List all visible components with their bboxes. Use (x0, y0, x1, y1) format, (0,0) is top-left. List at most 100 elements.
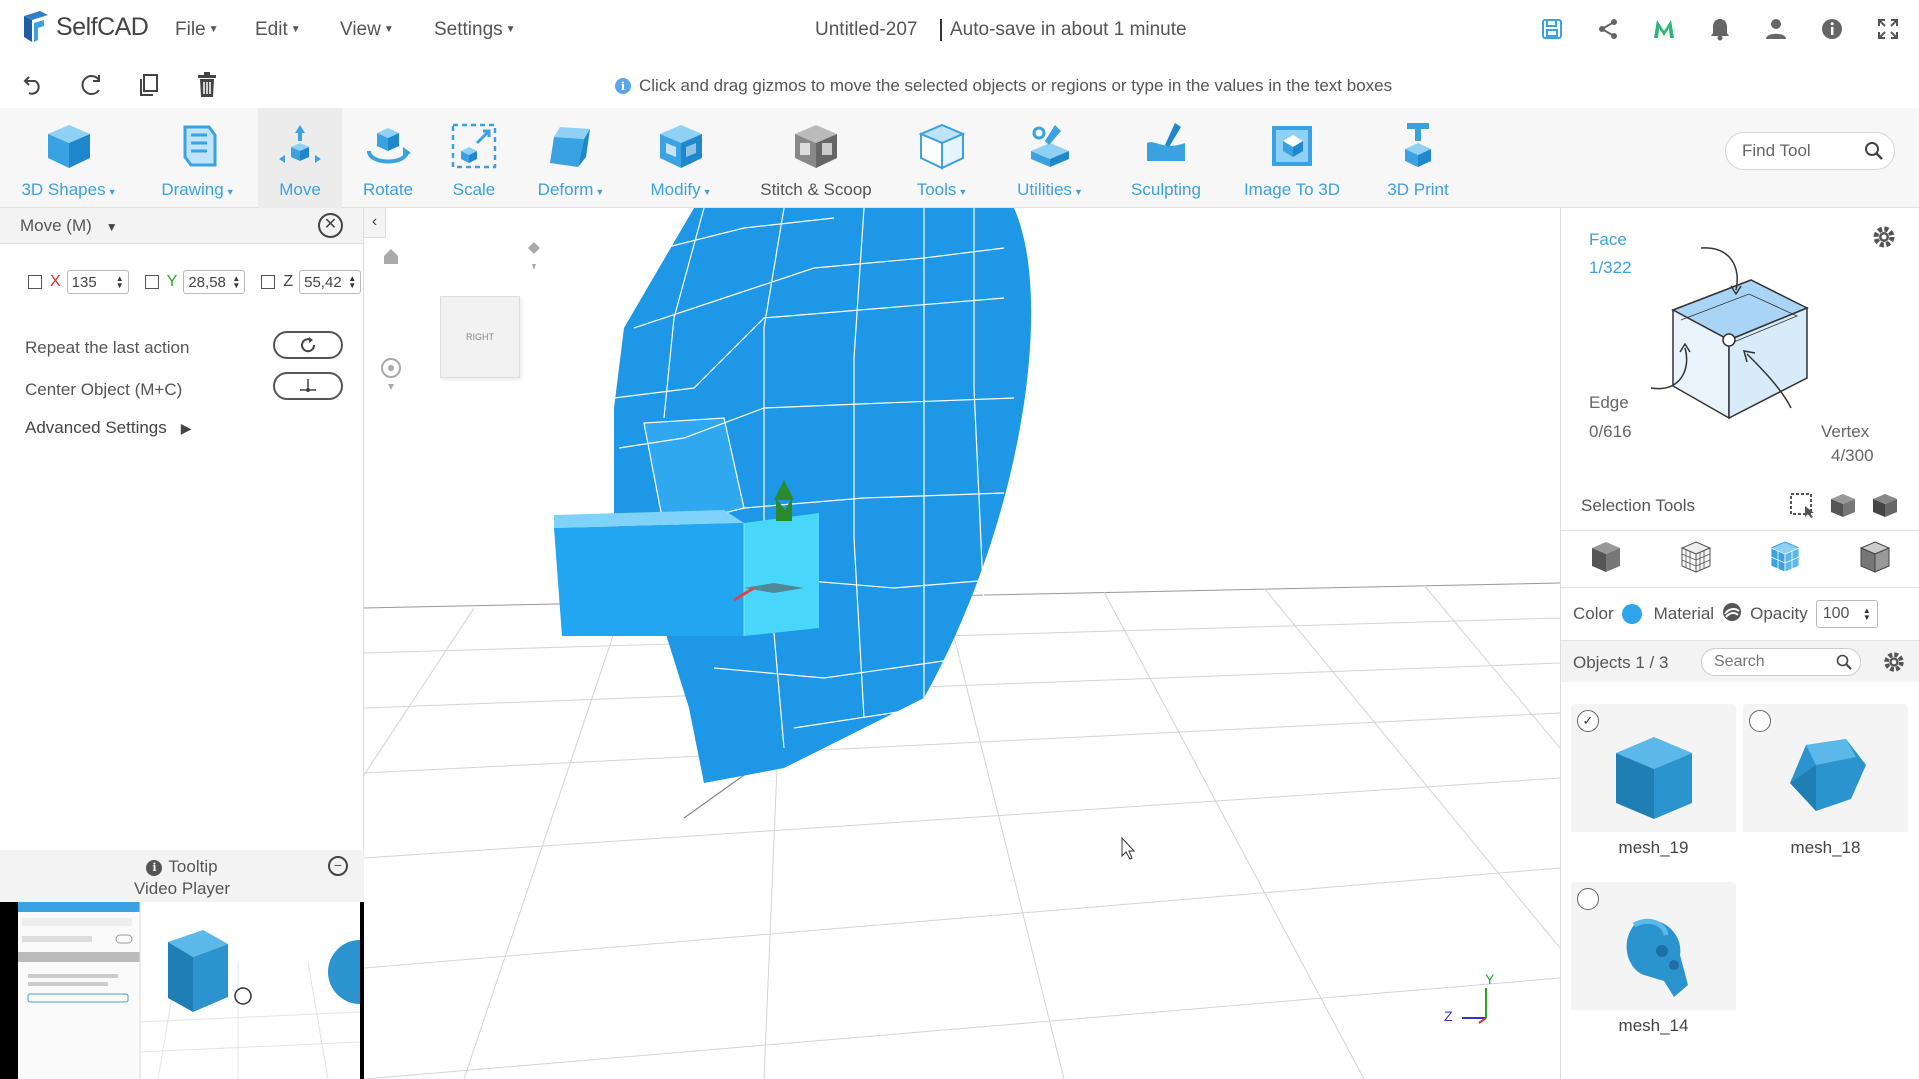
repeat-last-action-button[interactable] (273, 331, 343, 359)
center-object-button[interactable] (273, 372, 343, 400)
view-cube-face-label: RIGHT (466, 332, 494, 342)
mouse-cursor-icon (1121, 836, 1136, 860)
undo-icon[interactable] (18, 70, 48, 100)
move-panel-header: Move (M) ▼ ✕ (0, 208, 363, 244)
tool-sculpting[interactable]: Sculpting (1118, 108, 1214, 208)
copy-icon[interactable] (134, 70, 164, 100)
objects-search-input[interactable]: Search (1701, 648, 1861, 676)
trash-icon[interactable] (192, 70, 222, 100)
tool-drawing[interactable]: Drawing ▼ (148, 108, 248, 208)
move-panel-title[interactable]: Move (M) ▼ (20, 216, 118, 236)
tool-rotate[interactable]: Rotate (350, 108, 426, 208)
search-icon[interactable] (1864, 141, 1884, 166)
tool-stitch-scoop[interactable]: Stitch & Scoop (746, 108, 886, 208)
redo-icon[interactable] (76, 70, 106, 100)
material-label[interactable]: Material (1654, 604, 1714, 624)
z-axis-label: Z (283, 273, 294, 290)
z-value: 55,42 (304, 273, 342, 291)
info-icon[interactable] (1819, 16, 1845, 42)
face-mode-icon[interactable] (1768, 540, 1802, 579)
camera-orbit-icon[interactable] (528, 242, 540, 270)
opacity-label: Opacity (1750, 604, 1808, 623)
tool-move[interactable]: Move (258, 108, 342, 208)
object-card-mesh-19[interactable]: ✓ mesh_19 (1571, 704, 1736, 862)
object-card-mesh-14[interactable]: mesh_14 (1571, 882, 1736, 1040)
tool-3d-shapes[interactable]: 3D Shapes ▼ (10, 108, 128, 208)
x-axis-label: X (50, 273, 61, 290)
bell-icon[interactable] (1707, 16, 1733, 42)
menu-bar: SelfCAD File ▼ Edit ▼ View ▼ Settings ▼ Unti… (0, 0, 1919, 62)
z-input[interactable]: 55,42 ▲ ▼ (299, 270, 362, 294)
object-name: mesh_19 (1571, 832, 1736, 862)
fullscreen-icon[interactable] (1875, 16, 1901, 42)
collapse-panel-icon[interactable]: ‹ (364, 208, 386, 238)
minimize-icon[interactable]: − (328, 856, 348, 876)
object-card-mesh-18[interactable]: mesh_18 (1743, 704, 1908, 862)
select-all-icon[interactable] (1829, 492, 1857, 523)
share-icon[interactable] (1595, 16, 1621, 42)
search-icon[interactable] (1836, 654, 1852, 675)
color-swatch[interactable] (1621, 604, 1642, 624)
spinner-icon[interactable]: ▲ ▼ (1863, 607, 1871, 622)
move-panel: Move (M) ▼ ✕ X 135 ▲ ▼ Y 28,58 ▲ ▼ Z 55,42 ▲ ▼ … (0, 208, 364, 1079)
tool-label: Deform (537, 180, 594, 199)
tooltip-video-player[interactable] (0, 902, 364, 1079)
object-name: mesh_18 (1743, 832, 1908, 862)
tool-scale[interactable]: Scale (436, 108, 512, 208)
menu-file[interactable]: File ▼ (175, 19, 219, 41)
caret-down-icon: ▼ (1073, 187, 1083, 197)
close-icon[interactable]: ✕ (318, 213, 343, 238)
box-select-icon[interactable] (1789, 492, 1815, 523)
objects-settings-gear-icon[interactable] (1882, 650, 1906, 679)
find-tool-input[interactable]: Find Tool (1725, 132, 1895, 170)
tool-utilities[interactable]: Utilities ▼ (1000, 108, 1100, 208)
caret-down-icon: ▼ (958, 187, 968, 197)
zoom-fit-icon[interactable] (381, 358, 401, 390)
opacity-input[interactable]: 100 ▲ ▼ (1815, 600, 1878, 628)
spinner-icon[interactable]: ▲ ▼ (232, 275, 240, 290)
mesh-18-thumbnail (1763, 722, 1888, 832)
tool-image-to-3d[interactable]: Image To 3D (1230, 108, 1354, 208)
y-input[interactable]: 28,58 ▲ ▼ (183, 270, 246, 294)
tool-modify[interactable]: Modify ▼ (636, 108, 726, 208)
spinner-icon[interactable]: ▲ ▼ (116, 275, 124, 290)
save-icon[interactable] (1539, 16, 1565, 42)
y-lock-checkbox[interactable] (144, 275, 159, 289)
tool-tools[interactable]: Tools ▼ (900, 108, 984, 208)
caret-down-icon: ▼ (290, 24, 301, 36)
gear-icon[interactable] (1871, 224, 1897, 255)
action-bar: i Click and drag gizmos to move the sele… (0, 62, 1919, 108)
menu-settings-label: Settings (434, 19, 503, 40)
viewport-canvas (364, 208, 1560, 1079)
document-title[interactable]: Untitled-207 (815, 19, 917, 41)
myminifactory-icon[interactable] (1651, 16, 1677, 42)
tool-label: 3D Print (1387, 180, 1449, 199)
advanced-settings-toggle[interactable]: Advanced Settings ▶ (25, 418, 192, 438)
object-mode-icon[interactable] (1589, 540, 1623, 579)
menu-edit[interactable]: Edit ▼ (255, 19, 301, 41)
spinner-icon[interactable]: ▲ ▼ (348, 275, 356, 290)
invert-selection-icon[interactable] (1871, 492, 1899, 523)
material-icon[interactable] (1722, 602, 1742, 627)
user-icon[interactable] (1763, 16, 1789, 42)
z-lock-checkbox[interactable] (261, 275, 276, 289)
menu-view[interactable]: View ▼ (340, 19, 394, 41)
wireframe-mode-icon[interactable] (1679, 540, 1713, 579)
home-icon[interactable] (384, 249, 398, 264)
video-frame (18, 902, 360, 1079)
caret-down-icon: ▼ (595, 187, 605, 197)
tool-deform[interactable]: Deform ▼ (526, 108, 616, 208)
caret-down-icon: ▼ (208, 24, 219, 36)
autosave-status: Auto-save in about 1 minute (940, 19, 1187, 41)
tool-3d-print[interactable]: 3D Print (1370, 108, 1466, 208)
selfcad-logo[interactable]: SelfCAD (20, 10, 149, 44)
vertex-mode-icon[interactable] (1858, 540, 1892, 579)
3d-viewport[interactable]: ‹ RIGHT Y Z (364, 208, 1560, 1079)
menu-settings[interactable]: Settings ▼ (434, 19, 516, 41)
tool-label: Utilities (1017, 180, 1072, 199)
object-name: mesh_14 (1571, 1010, 1736, 1040)
x-input[interactable]: 135 ▲ ▼ (66, 270, 129, 294)
x-lock-checkbox[interactable] (28, 275, 42, 289)
coordinate-inputs: X 135 ▲ ▼ Y 28,58 ▲ ▼ Z 55,42 ▲ ▼ (28, 270, 371, 294)
view-cube[interactable]: RIGHT (440, 296, 520, 378)
